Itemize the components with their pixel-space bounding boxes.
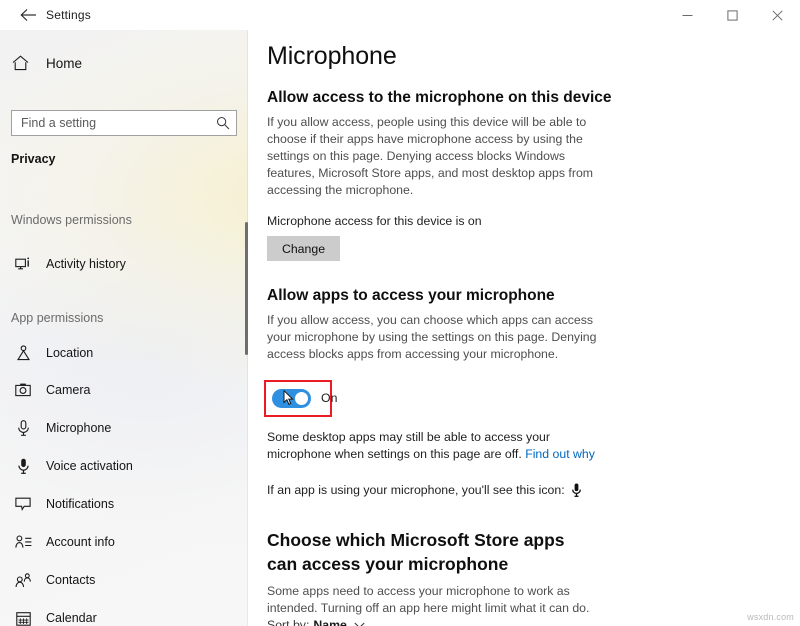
search-box[interactable] (11, 110, 237, 136)
sidebar-item-label: Contacts (46, 573, 96, 587)
device-access-description: If you allow access, people using this d… (267, 115, 594, 197)
microphone-icon (12, 417, 34, 439)
sidebar-item-home[interactable]: Home (0, 46, 248, 80)
in-use-microphone-icon (571, 483, 581, 497)
sidebar-item-activity-history[interactable]: Activity history (0, 249, 248, 279)
change-button[interactable]: Change (267, 236, 340, 261)
window-title: Settings (46, 8, 91, 22)
maximize-icon[interactable] (710, 0, 755, 30)
back-button[interactable] (8, 0, 48, 30)
desktop-apps-note-text: Some desktop apps may still be able to a… (267, 430, 550, 461)
minimize-icon[interactable] (665, 0, 710, 30)
camera-icon (12, 379, 34, 401)
apps-access-toggle[interactable] (272, 389, 311, 408)
apps-access-heading: Allow apps to access your microphone (267, 287, 555, 304)
close-icon[interactable] (755, 0, 800, 30)
apps-toggle-state-label: On (321, 391, 338, 405)
sort-by-control[interactable]: Sort by: Name (267, 618, 365, 626)
store-apps-heading: Choose which Microsoft Store apps can ac… (267, 530, 565, 574)
sidebar-item-label: Calendar (46, 611, 97, 625)
watermark: wsxdn.com (747, 612, 794, 622)
sort-by-value: Name (313, 618, 347, 626)
sidebar-item-label: Location (46, 346, 94, 360)
account-info-icon (12, 531, 34, 553)
page-title: Microphone (267, 42, 397, 70)
contacts-icon (12, 569, 34, 591)
sidebar-item-label: Voice activation (46, 459, 133, 473)
sidebar-item-calendar[interactable]: Calendar (0, 603, 248, 626)
location-icon (12, 342, 34, 364)
chevron-down-icon[interactable] (354, 622, 365, 626)
icon-hint-text: If an app is using your microphone, you'… (267, 483, 565, 497)
sidebar-item-camera[interactable]: Camera (0, 375, 248, 405)
sidebar-item-notifications[interactable]: Notifications (0, 489, 248, 519)
store-apps-description: Some apps need to access your microphone… (267, 584, 590, 615)
sidebar-item-voice-activation[interactable]: Voice activation (0, 451, 248, 481)
sidebar-item-account-info[interactable]: Account info (0, 527, 248, 557)
home-label: Home (46, 55, 83, 71)
device-access-heading: Allow access to the microphone on this d… (267, 89, 612, 106)
home-icon (12, 55, 38, 71)
apps-toggle-row: On (272, 389, 337, 408)
sidebar-item-label: Notifications (46, 497, 115, 511)
content-pane: Microphone Allow access to the microphon… (248, 30, 800, 626)
sidebar-page-title: Privacy (11, 152, 56, 166)
device-access-status: Microphone access for this device is on (267, 214, 482, 228)
sidebar-item-microphone[interactable]: Microphone (0, 413, 248, 443)
sort-by-label: Sort by: (267, 618, 310, 626)
sidebar-item-label: Microphone (46, 421, 112, 435)
calendar-icon (12, 607, 34, 626)
window-controls (665, 0, 800, 30)
search-icon[interactable] (210, 111, 236, 135)
title-bar: Settings (0, 0, 800, 30)
sidebar-item-contacts[interactable]: Contacts (0, 565, 248, 595)
settings-window: Settings Home Find a setting Privacy Win… (0, 0, 800, 626)
search-input[interactable] (12, 111, 210, 135)
voice-activation-icon (12, 455, 34, 477)
notifications-icon (12, 493, 34, 515)
sidebar: Home Privacy Windows permissions App per… (0, 30, 248, 626)
sidebar-group-app-permissions: App permissions (11, 311, 104, 325)
sidebar-item-label: Camera (46, 383, 91, 397)
activity-history-icon (12, 253, 34, 275)
desktop-apps-note: Some desktop apps may still be able to a… (267, 429, 617, 463)
sidebar-group-windows-permissions: Windows permissions (11, 213, 132, 227)
sidebar-item-label: Account info (46, 535, 115, 549)
apps-access-description: If you allow access, you can choose whic… (267, 313, 597, 361)
find-out-why-link[interactable]: Find out why (525, 447, 595, 461)
mouse-cursor-icon (283, 389, 294, 411)
apps-toggle-zone: On (264, 380, 337, 417)
sidebar-item-label: Activity history (46, 257, 126, 271)
icon-hint-line: If an app is using your microphone, you'… (267, 483, 782, 497)
toggle-knob (295, 392, 308, 405)
sidebar-item-location[interactable]: Location (0, 338, 248, 368)
